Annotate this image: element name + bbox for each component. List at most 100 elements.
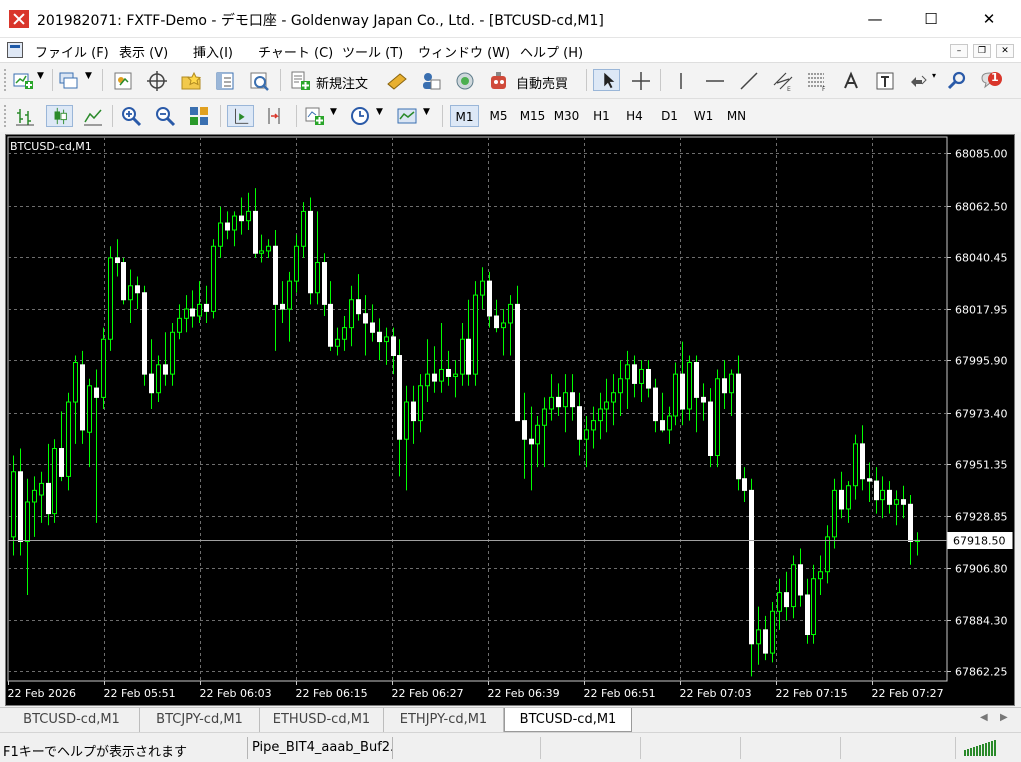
candlestick-chart[interactable]: 68085.00 68062.50 68040.45 68017.95 67995.90… [6,135,1014,705]
candle-bearish [749,489,754,645]
vertical-line-icon[interactable] [670,70,692,92]
candle-bearish [708,401,713,456]
candle-bullish [818,571,823,580]
mdi-restore-button[interactable]: ❐ [973,44,991,58]
y-tick-label: 68040.45 [955,252,1008,265]
tab-scroll-right-icon[interactable]: ▶ [1000,712,1008,723]
menu-window[interactable]: ウィンドウ (W) [418,42,510,61]
periods-dropdown-icon[interactable]: ▼ [376,107,383,117]
menu-tools[interactable]: ツール (T) [342,42,403,61]
menu-chart[interactable]: チャート (C) [258,42,333,61]
text-icon[interactable] [840,70,862,92]
profiles-icon[interactable] [58,70,80,92]
tab-ethusd-m1[interactable]: ETHUSD-cd,M1 [260,708,384,732]
trendline-icon[interactable] [738,70,760,92]
new-order-icon[interactable] [289,70,311,92]
candlestick-button[interactable] [46,105,73,127]
new-chart-icon[interactable] [12,70,34,92]
candle-bullish [591,420,596,431]
strategy-tester-icon[interactable] [248,70,270,92]
x-tick-label: 22 Feb 2026 [8,687,76,700]
window-title: 201982071: FXTF-Demo - デモ口座 - Goldenway … [37,13,604,29]
tile-windows-icon[interactable] [188,105,210,127]
menu-view[interactable]: 表示 (V) [119,42,168,61]
menu-insert[interactable]: 挿入(I) [193,42,233,61]
vps-icon[interactable] [454,70,476,92]
line-chart-icon[interactable] [82,105,104,127]
fibonacci-icon[interactable]: F [806,70,828,92]
candle-bullish [197,303,202,317]
profiles-dropdown-icon[interactable]: ▼ [85,71,92,81]
zoom-out-icon[interactable] [154,105,176,127]
menu-help[interactable]: ヘルプ (H) [520,42,583,61]
candle-bearish [653,387,658,422]
toolbar-grip[interactable] [4,105,7,127]
tab-btcusd-m1[interactable]: BTCUSD-cd,M1 [4,708,140,732]
tab-btcjpy-m1[interactable]: BTCJPY-cd,M1 [140,708,260,732]
market-watch-icon[interactable] [112,70,134,92]
close-button[interactable]: ✕ [966,0,1012,38]
timeframe-h4[interactable]: H4 [620,105,649,127]
chart-shift-icon[interactable] [264,105,286,127]
crosshair-icon[interactable] [630,70,652,92]
cursor-button[interactable] [593,69,620,91]
templates-icon[interactable] [396,105,418,127]
navigator-icon[interactable] [180,70,202,92]
x-tick-label: 22 Feb 07:03 [680,687,752,700]
maximize-button[interactable]: ☐ [908,0,954,38]
timeframe-d1[interactable]: D1 [655,105,684,127]
metaeditor-icon[interactable] [386,70,408,92]
signals-icon[interactable] [420,70,442,92]
candle-bearish [377,331,382,343]
auto-trading-label[interactable]: 自動売買 [516,73,568,92]
menu-file[interactable]: ファイル (F) [35,42,109,61]
new-order-label[interactable]: 新規注文 [316,73,368,92]
title-bar: 201982071: FXTF-Demo - デモ口座 - Goldenway … [0,0,1021,38]
timeframe-mn[interactable]: MN [722,105,751,127]
terminal-icon[interactable] [214,70,236,92]
connection-status-icon[interactable] [962,738,998,758]
autoscroll-button[interactable] [227,105,254,127]
horizontal-line-icon[interactable] [704,70,726,92]
timeframe-m15[interactable]: M15 [517,105,548,127]
new-chart-dropdown-icon[interactable]: ▼ [37,71,44,81]
toolbar-grip[interactable] [4,69,7,91]
candle-bullish [266,245,271,252]
timeframe-m1[interactable]: M1 [450,105,479,127]
candle-bullish [11,471,16,538]
bar-chart-icon[interactable] [14,105,36,127]
zoom-in-icon[interactable] [120,105,142,127]
candle-bearish [322,262,327,305]
candle-bullish [101,338,106,398]
mdi-close-button[interactable]: ✕ [996,44,1014,58]
candle-bullish [625,364,630,380]
y-tick-label: 67951.35 [955,459,1008,472]
tab-btcusd-m1-active[interactable]: BTCUSD-cd,M1 [504,708,632,732]
timeframe-m30[interactable]: M30 [551,105,582,127]
indicators-icon[interactable] [304,105,326,127]
templates-dropdown-icon[interactable]: ▼ [423,107,430,117]
minimize-button[interactable]: — [852,0,898,38]
auto-trading-icon[interactable] [488,70,510,92]
timeframe-w1[interactable]: W1 [689,105,718,127]
search-icon[interactable] [946,70,968,92]
chart-window-icon[interactable] [7,42,23,58]
mdi-minimize-button[interactable]: – [950,44,968,58]
candle-bearish [163,364,168,375]
periods-icon[interactable] [349,105,371,127]
status-profile[interactable]: Pipe_BIT4_aaab_Buf2.. [247,737,393,759]
equidistant-channel-icon[interactable]: E [772,70,794,92]
timeframe-h1[interactable]: H1 [587,105,616,127]
text-label-icon[interactable] [874,70,896,92]
candle-bullish [425,373,430,387]
indicators-dropdown-icon[interactable]: ▼ [330,107,337,117]
chart-window[interactable]: 68085.00 68062.50 68040.45 68017.95 67995.90… [5,134,1015,706]
candle-bearish [115,257,120,264]
tab-scroll-left-icon[interactable]: ◀ [980,712,988,723]
timeframe-m5[interactable]: M5 [484,105,513,127]
candle-bearish [121,262,126,301]
tab-ethjpy-m1[interactable]: ETHJPY-cd,M1 [384,708,504,732]
data-window-icon[interactable] [146,70,168,92]
arrows-icon[interactable] [908,70,930,92]
arrows-dropdown-icon[interactable]: ▾ [932,71,936,80]
